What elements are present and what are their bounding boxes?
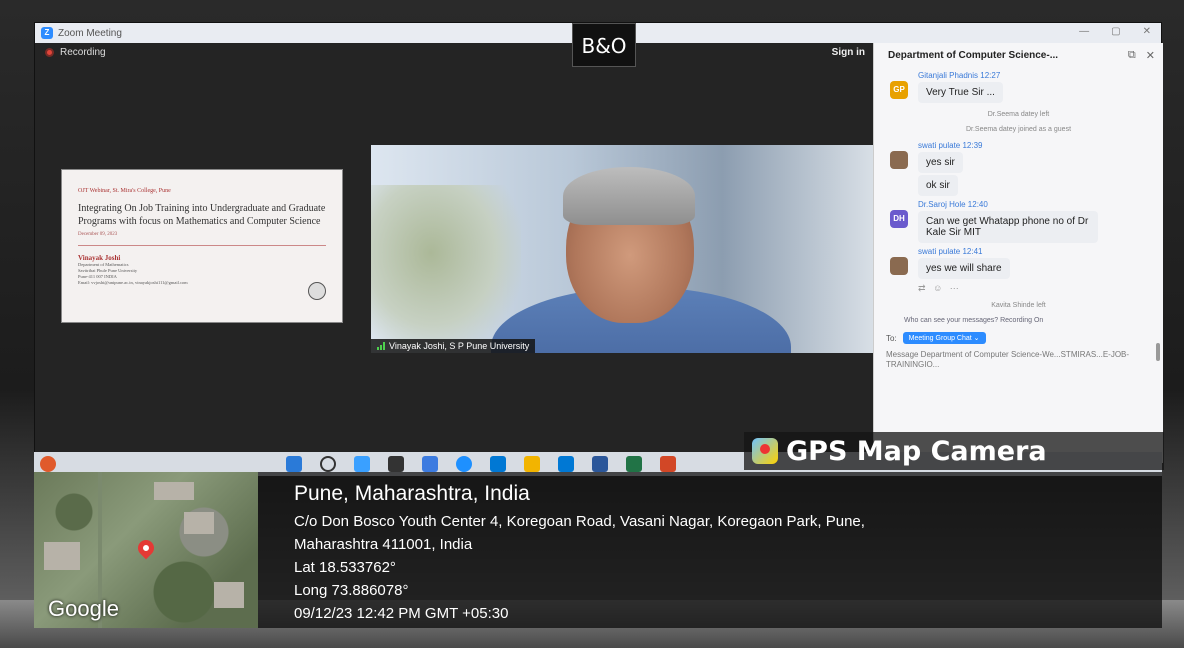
gps-longitude: Long 73.886078° <box>294 582 409 599</box>
emoji-icon[interactable]: ☺ <box>933 283 942 293</box>
recording-label: Recording <box>60 47 106 58</box>
slide-email: Email: vvjoshi@unipune.ac.in, vinayakjos… <box>78 280 188 285</box>
maximize-icon[interactable]: ▢ <box>1111 26 1120 37</box>
message-sender: swati pulate 12:41 <box>918 247 983 256</box>
chat-title: Department of Computer Science-... <box>888 49 1059 61</box>
recipient-dropdown[interactable]: Meeting Group Chat ⌄ <box>902 332 986 344</box>
gps-details: Pune, Maharashtra, India C/o Don Bosco Y… <box>294 482 865 625</box>
slide-divider <box>78 245 326 246</box>
participant-hair <box>563 167 695 225</box>
app-icon[interactable] <box>40 456 56 472</box>
participant-name-tag: Vinayak Joshi, S P Pune University <box>371 339 536 353</box>
record-icon <box>45 48 54 57</box>
avatar <box>890 257 908 275</box>
avatar: GP <box>890 81 908 99</box>
location-pin-icon <box>134 536 158 560</box>
system-message: Dr.Seema datey joined as a guest <box>965 126 1072 133</box>
search-icon[interactable] <box>320 456 336 472</box>
message-actions: ⇄ ☺ ⋯ <box>874 283 1163 294</box>
gps-camera-icon <box>752 438 778 464</box>
message-sender: Gitanjali Phadnis 12:27 <box>918 71 1001 80</box>
close-icon[interactable]: ✕ <box>1143 26 1151 37</box>
message-text: ok sir <box>918 175 958 196</box>
reply-icon[interactable]: ⇄ <box>918 283 926 293</box>
chat-header: Department of Computer Science-... ⧉ ✕ <box>874 43 1163 67</box>
app-icon[interactable] <box>388 456 404 472</box>
slide-header: OJT Webinar, St. Mira's College, Pune <box>78 188 171 194</box>
sign-in-link[interactable]: Sign in <box>832 47 865 58</box>
chat-message: swati pulate 12:41 yes we will share <box>874 247 1163 279</box>
mail-icon[interactable] <box>558 456 574 472</box>
slide-date: December 09, 2023 <box>78 232 118 237</box>
gps-city: Pune, Maharashtra, India <box>294 482 530 505</box>
gps-address: C/o Don Bosco Youth Center 4, Koregoan R… <box>294 513 865 530</box>
message-sender: swati pulate 12:39 <box>918 141 983 150</box>
app-icon[interactable] <box>354 456 370 472</box>
excel-icon[interactable] <box>626 456 642 472</box>
map-building <box>184 512 214 534</box>
slide-author: Vinayak Joshi <box>78 254 121 262</box>
recording-indicator[interactable]: Recording <box>45 47 106 58</box>
app-icon[interactable] <box>490 456 506 472</box>
chat-message: GP Gitanjali Phadnis 12:27 Very True Sir… <box>874 71 1163 103</box>
participant-video[interactable]: Vinayak Joshi, S P Pune University <box>371 145 873 353</box>
avatar: DH <box>890 210 908 228</box>
participant-name: Vinayak Joshi, S P Pune University <box>389 341 530 351</box>
system-message: Kavita Shinde left <box>991 302 1046 309</box>
gps-info-panel: Google Pune, Maharashtra, India C/o Don … <box>34 472 1162 628</box>
gps-latitude: Lat 18.533762° <box>294 559 396 576</box>
shared-slide: OJT Webinar, St. Mira's College, Pune In… <box>61 169 343 323</box>
message-text: Can we get Whatapp phone no of Dr Kale S… <box>918 211 1098 243</box>
message-text: Very True Sir ... <box>918 82 1003 103</box>
privacy-note[interactable]: Who can see your messages? Recording On <box>874 317 1163 324</box>
gps-timestamp: 09/12/23 12:42 PM GMT +05:30 <box>294 605 509 622</box>
university-seal-icon <box>308 282 326 300</box>
start-icon[interactable] <box>286 456 302 472</box>
edge-icon[interactable] <box>456 456 472 472</box>
location-map: Google <box>34 472 258 628</box>
chat-message: swati pulate 12:39 yes sir ok sir <box>874 141 1163 196</box>
message-sender: Dr.Saroj Hole 12:40 <box>918 200 988 209</box>
recipient-row: To: Meeting Group Chat ⌄ <box>874 332 1163 344</box>
map-building <box>44 542 80 570</box>
system-message: Dr.Seema datey left <box>987 111 1050 118</box>
gps-address: Maharashtra 411001, India <box>294 536 473 553</box>
chat-panel: Department of Computer Science-... ⧉ ✕ G… <box>873 43 1163 463</box>
word-icon[interactable] <box>592 456 608 472</box>
minimize-icon[interactable]: — <box>1079 26 1089 37</box>
more-icon[interactable]: ⋯ <box>950 283 959 293</box>
window-controls: — ▢ ✕ <box>1079 26 1151 37</box>
slide-title: Integrating On Job Training into Undergr… <box>78 203 326 227</box>
window-title: Zoom Meeting <box>58 27 122 39</box>
chat-message: DH Dr.Saroj Hole 12:40 Can we get Whatap… <box>874 200 1163 243</box>
message-input[interactable]: Message Department of Computer Science-W… <box>874 344 1163 370</box>
gps-brand-name: GPS Map Camera <box>786 435 1047 467</box>
message-text: yes we will share <box>918 258 1010 279</box>
message-text: yes sir <box>918 152 963 173</box>
map-provider-label: Google <box>48 596 119 621</box>
brand-logo: B&O <box>572 23 636 67</box>
to-label: To: <box>886 333 897 343</box>
laptop-screen: Z Zoom Meeting — ▢ ✕ Recording B&O Sign … <box>34 22 1163 463</box>
signal-strength-icon <box>377 342 385 350</box>
meeting-area: Recording B&O Sign in OJT Webinar, St. M… <box>35 23 873 463</box>
powerpoint-icon[interactable] <box>660 456 676 472</box>
folder-icon[interactable] <box>524 456 540 472</box>
popout-icon[interactable]: ⧉ <box>1128 49 1136 62</box>
gps-brand-banner: GPS Map Camera <box>744 432 1164 470</box>
map-building <box>154 482 194 500</box>
app-icon[interactable] <box>422 456 438 472</box>
avatar <box>890 151 908 169</box>
map-building <box>214 582 244 608</box>
close-chat-icon[interactable]: ✕ <box>1146 49 1155 62</box>
chat-scrollbar[interactable] <box>1156 343 1160 361</box>
zoom-logo-icon: Z <box>41 27 53 39</box>
